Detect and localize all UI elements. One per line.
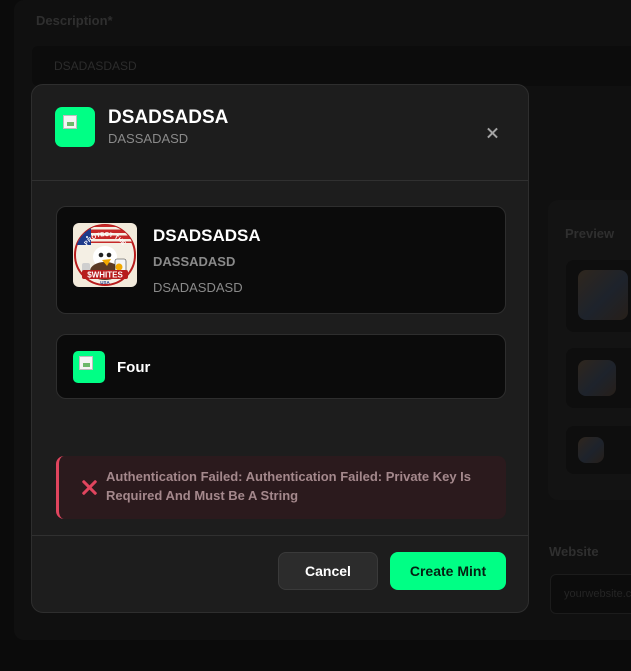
token-name: DSADSADSA xyxy=(153,226,261,245)
website-placeholder: yourwebsite.com xyxy=(564,588,631,600)
footer-divider xyxy=(32,535,528,536)
preview-logo-small xyxy=(578,437,604,463)
website-label: Website xyxy=(549,544,599,559)
close-icon[interactable] xyxy=(483,123,503,143)
token-summary-card: PROTECT THE $WHITES USA DSADSADSA DASSAD… xyxy=(56,206,506,314)
preview-logo-medium xyxy=(578,360,616,396)
cancel-button[interactable]: Cancel xyxy=(278,552,378,590)
modal-subtitle: DASSADASD xyxy=(108,131,189,146)
error-alert: Authentication Failed: Authentication Fa… xyxy=(56,456,506,519)
logo-bottom-text: USA xyxy=(100,280,110,285)
logo-main-text: $WHITES xyxy=(87,271,123,280)
preview-logo-large xyxy=(578,270,628,320)
platform-option[interactable]: Four xyxy=(56,334,506,399)
create-mint-modal: DSADSADSA DASSADASD PROTECT THE $WHITES … xyxy=(31,84,529,613)
token-logo: PROTECT THE $WHITES USA xyxy=(73,223,137,287)
platform-label: Four xyxy=(117,359,151,376)
header-divider xyxy=(32,180,528,181)
description-value: DSADASDASD xyxy=(54,59,137,73)
platform-icon xyxy=(73,351,105,383)
preview-title: Preview xyxy=(565,226,615,241)
token-symbol: DASSADASD xyxy=(153,254,236,269)
create-mint-button[interactable]: Create Mint xyxy=(390,552,506,590)
description-label: Description* xyxy=(36,13,113,28)
token-description: DSADASDASD xyxy=(153,280,243,295)
broken-image-icon xyxy=(63,115,77,129)
token-header-icon xyxy=(55,107,95,147)
error-message: Authentication Failed: Authentication Fa… xyxy=(106,469,472,503)
broken-image-icon xyxy=(79,356,93,370)
modal-title: DSADSADSA xyxy=(108,107,229,128)
x-icon xyxy=(80,478,98,496)
